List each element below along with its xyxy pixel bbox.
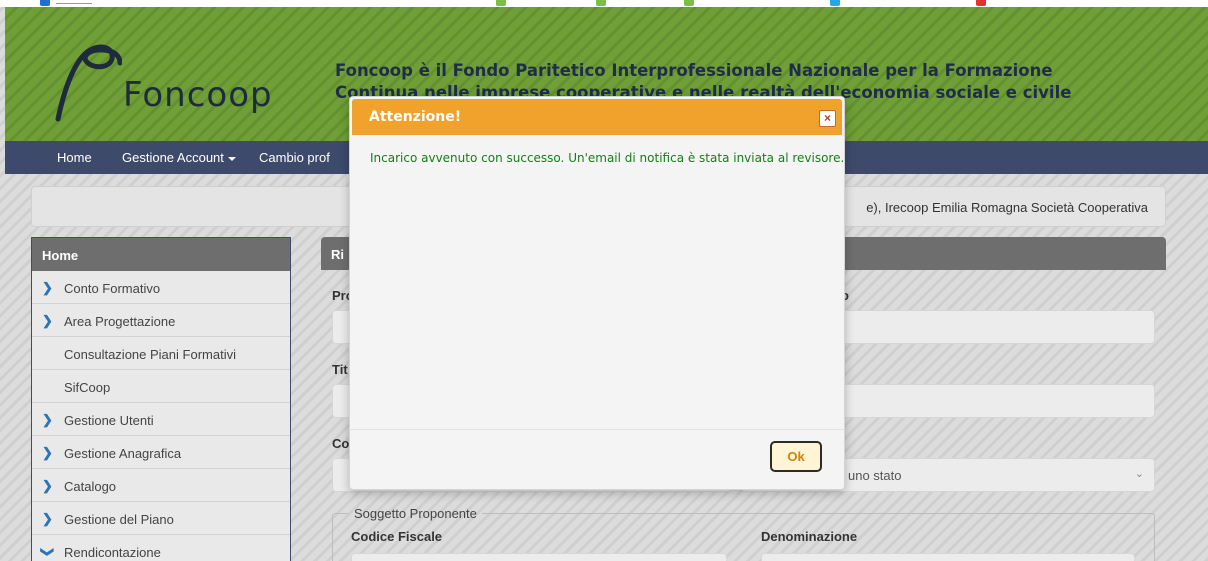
alert-dialog: Attenzione! × Incarico avvenuto con succ… xyxy=(349,96,845,490)
dialog-header: Attenzione! × xyxy=(352,99,842,135)
dialog-title: Attenzione! xyxy=(369,109,462,125)
close-icon[interactable]: × xyxy=(819,110,836,127)
dialog-message: Incarico avvenuto con successo. Un'email… xyxy=(370,151,845,165)
modal-overlay: Attenzione! × Incarico avvenuto con succ… xyxy=(0,0,1208,561)
ok-button[interactable]: Ok xyxy=(770,441,822,472)
dialog-footer-divider xyxy=(350,429,844,430)
